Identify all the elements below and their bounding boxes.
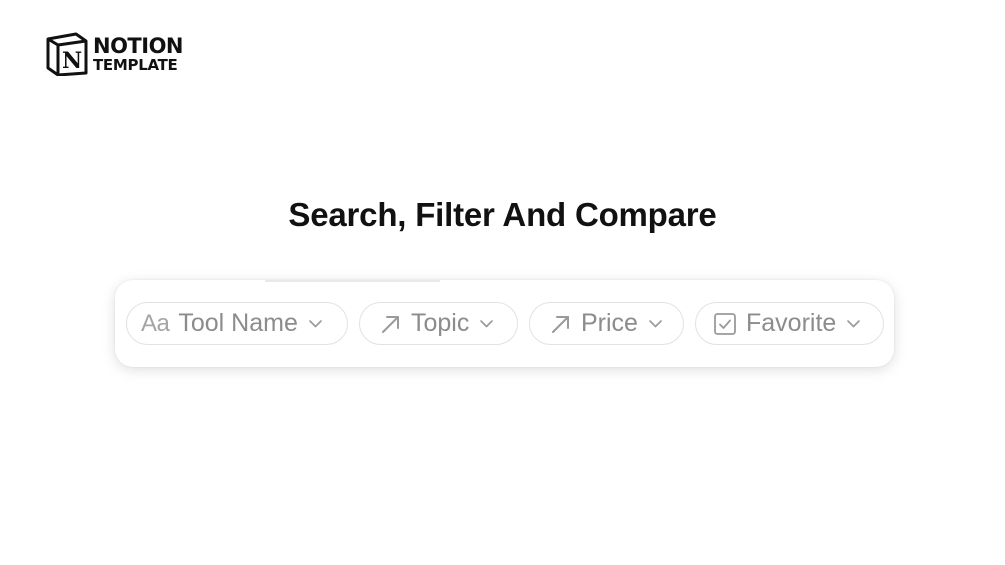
filter-chip-topic[interactable]: Topic <box>359 302 518 345</box>
chevron-down-icon <box>847 319 861 327</box>
filter-chip-favorite[interactable]: Favorite <box>695 302 884 345</box>
checkbox-icon <box>714 312 736 335</box>
filter-bar: Aa Tool Name Topic Price Favorite <box>115 280 894 367</box>
text-type-icon: Aa <box>141 309 170 337</box>
chevron-down-icon <box>480 319 494 327</box>
filter-chip-label: Price <box>581 309 638 337</box>
filter-chip-price[interactable]: Price <box>529 302 684 345</box>
page-title: Search, Filter And Compare <box>288 196 717 233</box>
filter-chip-tool-name[interactable]: Aa Tool Name <box>126 302 348 345</box>
svg-text:N: N <box>62 48 82 74</box>
notion-template-logo: N NOTION TEMPLATE <box>46 32 184 76</box>
chevron-down-icon <box>309 319 322 327</box>
chevron-down-icon <box>649 319 662 327</box>
logo-text-notion: NOTION <box>93 33 184 58</box>
relation-arrow-icon <box>552 315 569 333</box>
filter-chip-label: Tool Name <box>178 309 298 337</box>
filter-bar-divider <box>265 280 440 282</box>
filter-chip-label: Favorite <box>746 309 837 337</box>
logo-text-template: TEMPLATE <box>93 55 178 74</box>
notion-logo-icon: N <box>46 32 88 76</box>
relation-arrow-icon <box>382 315 399 333</box>
filter-chip-label: Topic <box>411 309 470 337</box>
